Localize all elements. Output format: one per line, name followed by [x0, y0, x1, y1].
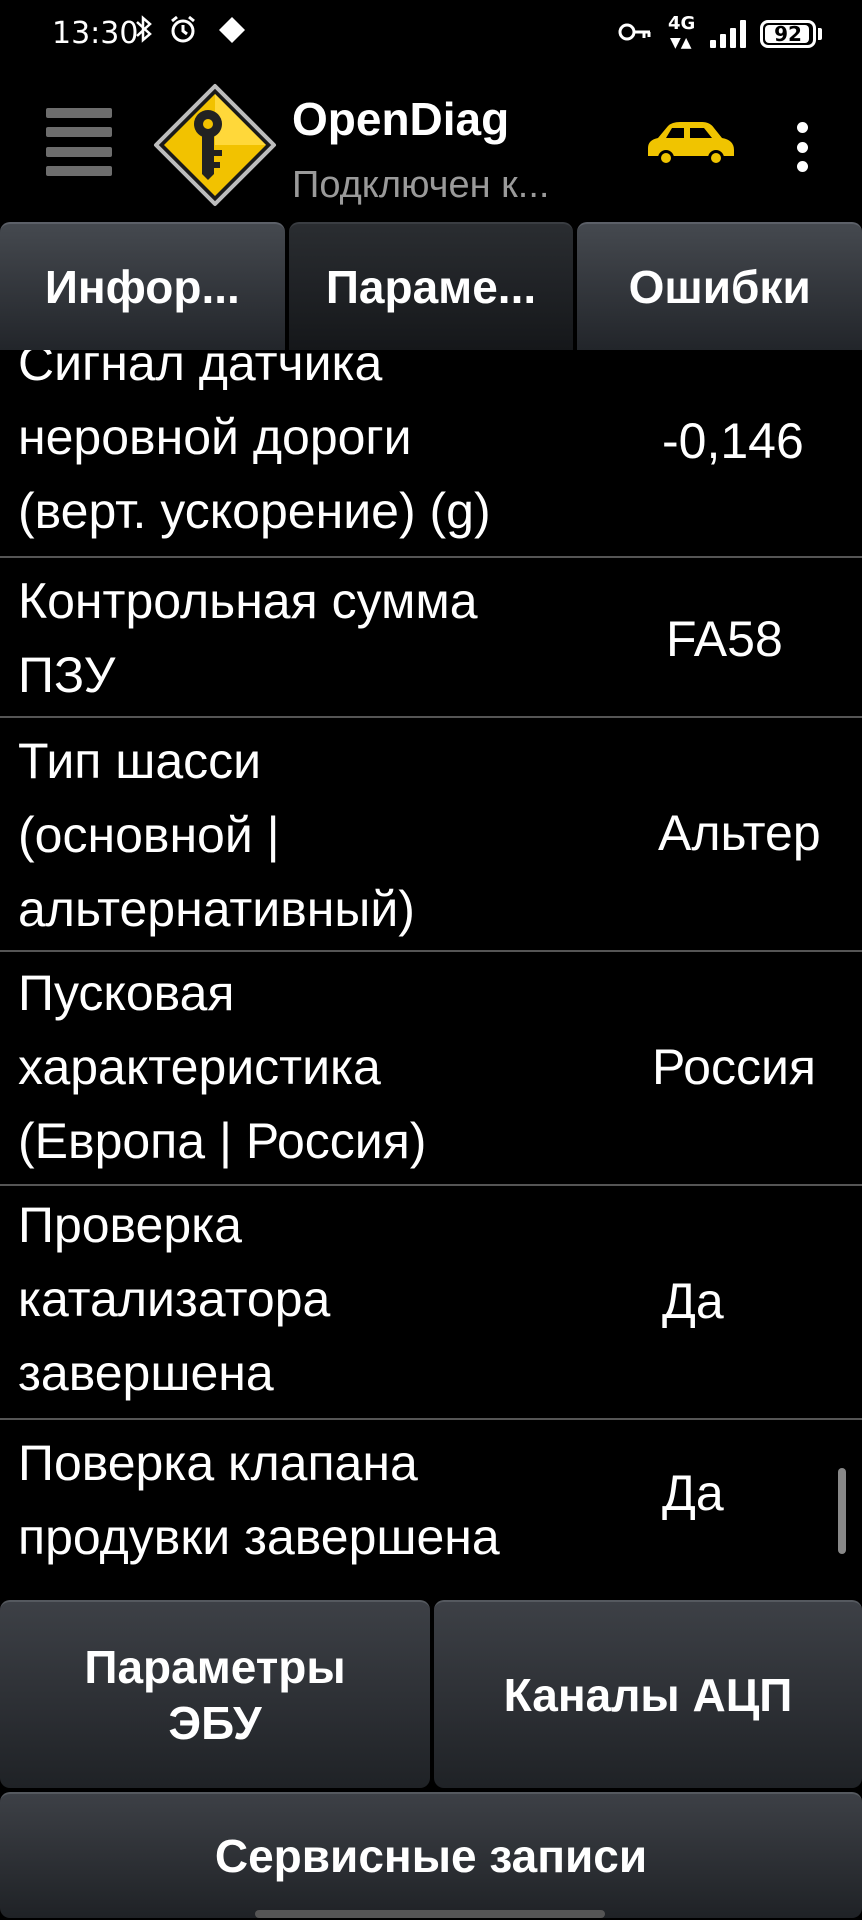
- param-name: Пусковая характеристика (Европа | Россия…: [18, 956, 638, 1178]
- param-name-line: альтернативный): [18, 881, 415, 937]
- ecu-params-label-line1: Параметры: [84, 1641, 346, 1693]
- app-bar: OpenDiag Подключен к...: [0, 72, 862, 220]
- ecu-params-button[interactable]: Параметры ЭБУ: [0, 1600, 430, 1788]
- list-item[interactable]: Тип шасси (основной | альтернативный) Ал…: [0, 718, 862, 952]
- param-name-line: Сигнал датчика: [18, 350, 383, 391]
- tab-info[interactable]: Инфор...: [0, 222, 285, 350]
- param-name-line: Пусковая: [18, 965, 235, 1021]
- param-value: FA58: [666, 611, 783, 667]
- battery-tip: [818, 28, 822, 40]
- car-icon[interactable]: [644, 118, 736, 168]
- adc-channels-button[interactable]: Каналы АЦП: [434, 1600, 862, 1788]
- list-item[interactable]: Сигнал датчика неровной дороги (верт. ус…: [0, 350, 862, 558]
- tab-errors[interactable]: Ошибки: [577, 222, 862, 350]
- params-list[interactable]: Сигнал датчика неровной дороги (верт. ус…: [0, 350, 862, 1582]
- tab-params[interactable]: Параме...: [288, 222, 574, 350]
- param-name-line: ПЗУ: [18, 647, 116, 703]
- battery-level: 92: [774, 22, 802, 46]
- status-bar: 13:30 4G ▼▲ 92: [0, 0, 862, 72]
- param-name-line: Контрольная сумма: [18, 573, 478, 629]
- param-name-line: (Европа | Россия): [18, 1113, 427, 1169]
- network-4g-icon: 4G ▼▲: [668, 13, 696, 51]
- status-time: 13:30: [52, 16, 139, 51]
- param-value: Да: [662, 1465, 724, 1521]
- param-name-line: неровной дороги: [18, 409, 412, 465]
- param-name: Проверка катализатора завершена: [18, 1188, 638, 1410]
- param-name-line: характеристика: [18, 1039, 381, 1095]
- list-scrollbar[interactable]: [838, 1468, 846, 1554]
- param-value: Россия: [652, 1039, 816, 1095]
- bluetooth-icon: [134, 14, 154, 54]
- param-name: Контрольная сумма ПЗУ: [18, 564, 638, 712]
- key-icon: [618, 21, 652, 47]
- param-name-line: продувки завершена: [18, 1509, 500, 1565]
- alarm-icon: [168, 14, 198, 54]
- battery-icon: 92: [760, 20, 816, 48]
- ecu-params-label-line2: ЭБУ: [168, 1697, 262, 1749]
- ecu-params-label: Параметры ЭБУ: [84, 1639, 345, 1751]
- list-item[interactable]: Пусковая характеристика (Европа | Россия…: [0, 952, 862, 1186]
- tab-bar: Инфор... Параме... Ошибки: [0, 222, 862, 350]
- home-indicator[interactable]: [255, 1910, 605, 1918]
- param-value: -0,146: [662, 413, 804, 469]
- param-name: Тип шасси (основной | альтернативный): [18, 724, 638, 946]
- more-vert-icon[interactable]: [790, 122, 814, 172]
- param-value: Альтер: [658, 805, 821, 861]
- param-name-line: (верт. ускорение) (g): [18, 483, 491, 539]
- status-right: 4G ▼▲ 92: [618, 13, 822, 54]
- service-records-button[interactable]: Сервисные записи: [0, 1792, 862, 1918]
- param-name-line: (основной |: [18, 807, 280, 863]
- connection-status: Подключен к...: [292, 164, 550, 206]
- param-name-line: завершена: [18, 1345, 274, 1401]
- menu-icon[interactable]: [46, 108, 112, 176]
- param-name-line: Поверка клапана: [18, 1435, 418, 1491]
- param-name-line: Тип шасси: [18, 733, 262, 789]
- signal-icon: [710, 20, 746, 48]
- param-name: Сигнал датчика неровной дороги (верт. ус…: [18, 350, 638, 548]
- list-item[interactable]: Проверка катализатора завершена Да: [0, 1186, 862, 1420]
- param-name: Поверка клапана продувки завершена: [18, 1426, 638, 1574]
- list-item[interactable]: Контрольная сумма ПЗУ FA58: [0, 558, 862, 718]
- network-label: 4G: [668, 13, 696, 34]
- param-value: Да: [662, 1273, 724, 1329]
- app-logo-key-icon: [154, 84, 276, 206]
- diamond-icon: [216, 14, 248, 56]
- param-name-line: катализатора: [18, 1271, 331, 1327]
- list-item[interactable]: Поверка клапана продувки завершена Да: [0, 1420, 862, 1582]
- app-title: OpenDiag: [292, 93, 510, 145]
- param-name-line: Проверка: [18, 1197, 242, 1253]
